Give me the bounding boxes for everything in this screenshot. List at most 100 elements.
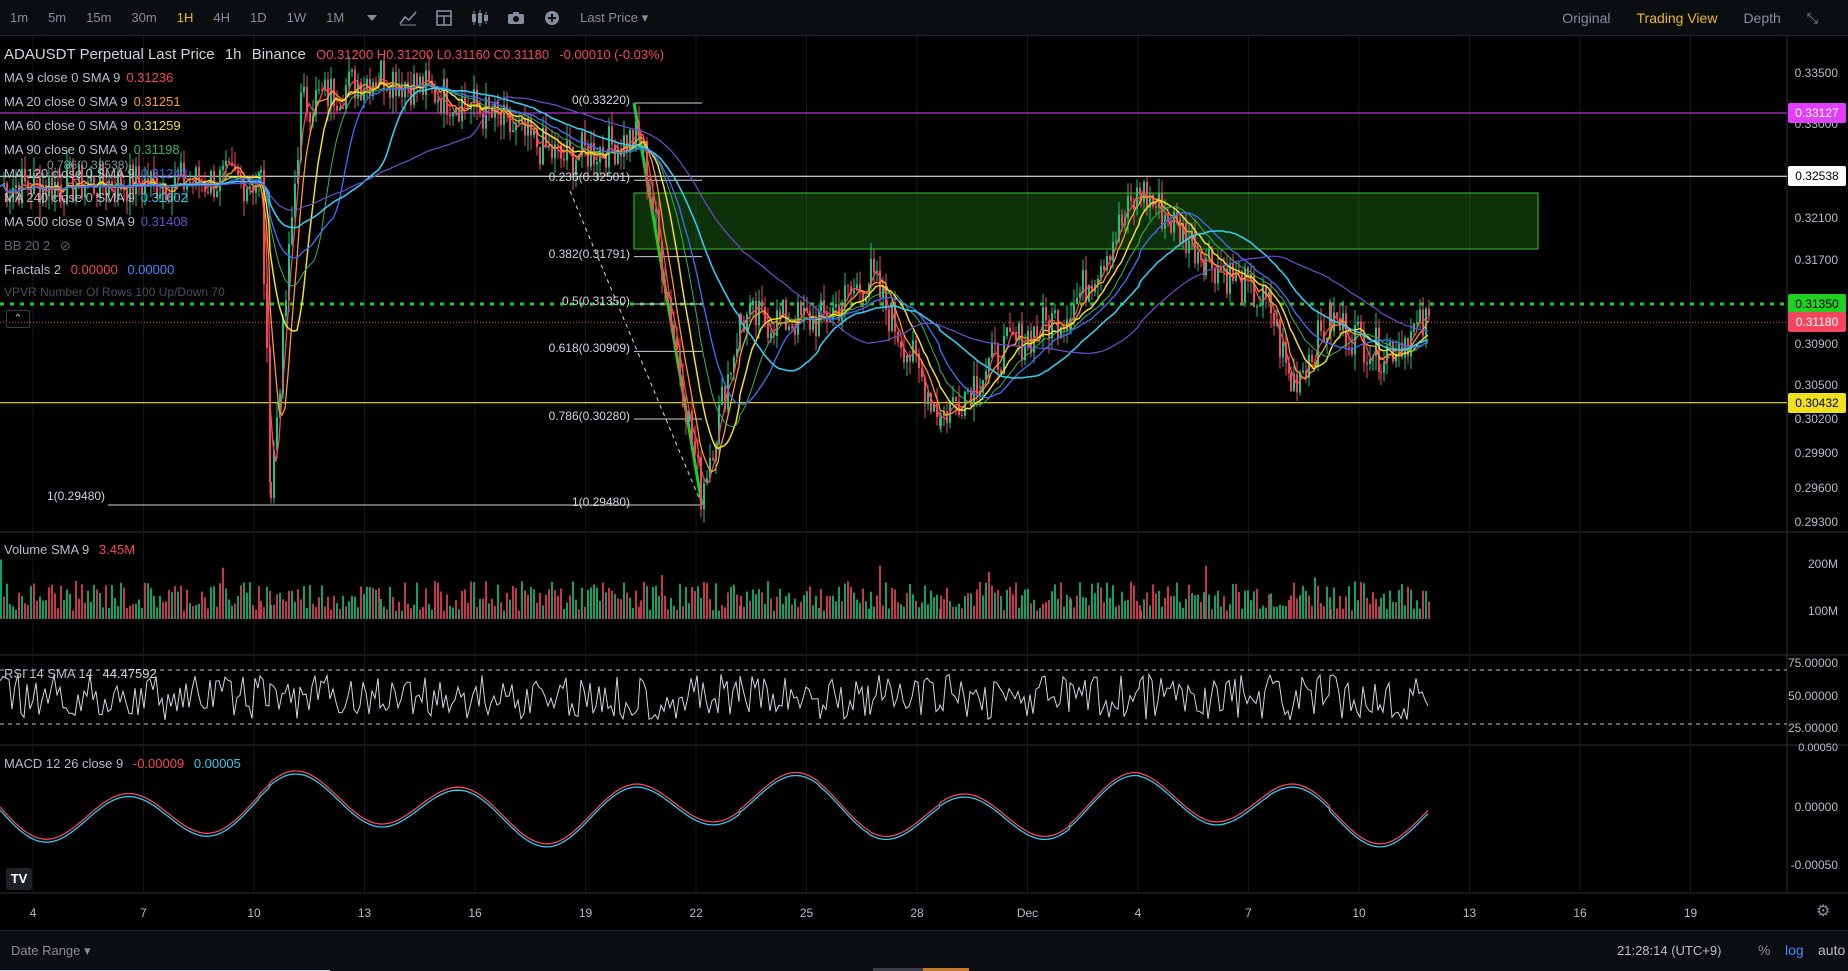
volume-bar bbox=[718, 610, 720, 619]
volume-bar bbox=[410, 608, 412, 619]
volume-bar bbox=[1036, 610, 1038, 619]
volume-bar bbox=[1133, 585, 1135, 619]
volume-bar bbox=[797, 606, 799, 619]
collapse-legend-button[interactable]: ⌃ bbox=[6, 310, 30, 328]
volume-bar bbox=[54, 593, 56, 619]
volume-bar bbox=[949, 601, 951, 619]
chevron-down-icon[interactable] bbox=[361, 7, 383, 29]
candle-body bbox=[219, 169, 221, 192]
volume-bar bbox=[545, 594, 547, 619]
price-type-select[interactable]: Last Price ▾ bbox=[580, 10, 648, 26]
candle-body bbox=[222, 165, 224, 170]
tf-4h[interactable]: 4H bbox=[203, 0, 240, 36]
tradingview-logo[interactable]: TV bbox=[6, 868, 32, 890]
price-tag: 0.33127 bbox=[1788, 102, 1846, 123]
rsi-axis-50: 50.00000 bbox=[1787, 689, 1838, 703]
eye-off-icon[interactable]: ⊘ bbox=[60, 238, 71, 253]
tf-1w[interactable]: 1W bbox=[277, 0, 317, 36]
volume-bar bbox=[1259, 608, 1261, 619]
volume-bar bbox=[1009, 586, 1011, 619]
auto-toggle[interactable]: auto bbox=[1818, 942, 1845, 958]
volume-bar bbox=[940, 595, 942, 619]
volume-bar bbox=[697, 586, 699, 619]
rsi-label: RSI 14 SMA 14 bbox=[4, 666, 93, 681]
candle-body bbox=[440, 99, 442, 113]
tf-1d[interactable]: 1D bbox=[240, 0, 277, 36]
tf-1h[interactable]: 1H bbox=[167, 0, 204, 36]
volume-bar bbox=[655, 585, 657, 619]
price-type-label: Last Price bbox=[580, 9, 638, 25]
volume-bar bbox=[1143, 599, 1145, 619]
date-range-button[interactable]: Date Range ▾ bbox=[11, 943, 91, 959]
vpvr-legend[interactable]: VPVR Number Of Rows 100 Up/Down 70 bbox=[4, 285, 225, 299]
volume-bar bbox=[918, 607, 920, 619]
volume-bar bbox=[303, 586, 305, 619]
volume-bar bbox=[174, 586, 176, 619]
fractals-value-1: 0.00000 bbox=[70, 262, 118, 277]
ma-legend-2[interactable]: MA 60 close 0 SMA 9 0.31259 bbox=[4, 118, 181, 133]
bb-legend[interactable]: BB 20 2 ⊘ bbox=[4, 238, 71, 254]
candle-body bbox=[246, 188, 248, 202]
layout-icon[interactable] bbox=[433, 7, 455, 29]
candle-body bbox=[703, 483, 705, 510]
volume-bar bbox=[873, 606, 875, 619]
tf-1m[interactable]: 1m bbox=[0, 0, 38, 36]
view-original[interactable]: Original bbox=[1562, 10, 1610, 26]
volume-bar bbox=[479, 598, 481, 619]
volume-bar bbox=[1106, 582, 1108, 619]
candle-type-icon[interactable] bbox=[469, 7, 491, 29]
volume-bar bbox=[260, 601, 262, 619]
volume-bar bbox=[375, 589, 377, 619]
tf-5m[interactable]: 5m bbox=[38, 0, 76, 36]
tf-30m[interactable]: 30m bbox=[121, 0, 166, 36]
ma-legend-1[interactable]: MA 20 close 0 SMA 9 0.31251 bbox=[4, 94, 181, 109]
fractals-legend[interactable]: Fractals 2 0.00000 0.00000 bbox=[4, 262, 174, 277]
volume-bar bbox=[135, 603, 137, 619]
candle-body bbox=[800, 302, 802, 315]
indicator-icon[interactable] bbox=[397, 7, 419, 29]
volume-bar bbox=[943, 599, 945, 619]
ma-legend-5[interactable]: MA 240 close 0 SMA 9 0.31602 bbox=[4, 190, 188, 205]
volume-bar bbox=[162, 602, 164, 619]
view-trading-view[interactable]: Trading View bbox=[1637, 10, 1718, 26]
candle-body bbox=[542, 127, 544, 165]
candle-body bbox=[835, 304, 837, 308]
volume-bar bbox=[1000, 596, 1002, 619]
time-tick: 7 bbox=[1245, 906, 1252, 920]
time-tick: 25 bbox=[799, 906, 814, 920]
candle-body bbox=[225, 160, 227, 166]
tf-1M[interactable]: 1M bbox=[316, 0, 354, 36]
time-tick: 7 bbox=[140, 906, 147, 920]
gear-icon[interactable]: ⚙ bbox=[1816, 901, 1830, 921]
rsi-legend: RSI 14 SMA 14 44.47592 bbox=[4, 666, 157, 681]
add-icon[interactable] bbox=[541, 7, 563, 29]
expand-icon[interactable]: ⤡ bbox=[1807, 10, 1818, 27]
candle-body bbox=[721, 386, 723, 405]
volume-bar bbox=[643, 581, 645, 619]
volume-bar bbox=[876, 595, 878, 619]
volume-bar bbox=[670, 597, 672, 619]
view-depth[interactable]: Depth bbox=[1743, 10, 1780, 26]
volume-bar bbox=[258, 586, 260, 619]
ma-line bbox=[0, 76, 1429, 483]
ma-legend-0[interactable]: MA 9 close 0 SMA 9 0.31236 bbox=[4, 70, 173, 85]
candle-body bbox=[730, 372, 732, 375]
time-tick: 10 bbox=[1352, 906, 1366, 920]
percent-toggle[interactable]: % bbox=[1758, 942, 1770, 958]
exchange-label: Binance bbox=[251, 46, 306, 63]
ma-legend-3[interactable]: MA 90 close 0 SMA 9 0.31198 bbox=[4, 142, 180, 157]
volume-bar bbox=[1270, 593, 1272, 619]
volume-bar bbox=[96, 589, 98, 619]
ma-legend-6[interactable]: MA 500 close 0 SMA 9 0.31408 bbox=[4, 214, 188, 229]
chart-canvas[interactable] bbox=[0, 36, 1848, 930]
volume-bar bbox=[431, 609, 433, 619]
volume-bar bbox=[1033, 599, 1035, 619]
tf-15m[interactable]: 15m bbox=[76, 0, 121, 36]
camera-icon[interactable] bbox=[505, 7, 527, 29]
volume-bar bbox=[416, 582, 418, 619]
log-toggle[interactable]: log bbox=[1785, 942, 1804, 958]
volume-bar bbox=[369, 587, 371, 619]
volume-bar bbox=[443, 610, 445, 619]
volume-bar bbox=[488, 603, 490, 619]
volume-bar bbox=[1238, 592, 1240, 619]
